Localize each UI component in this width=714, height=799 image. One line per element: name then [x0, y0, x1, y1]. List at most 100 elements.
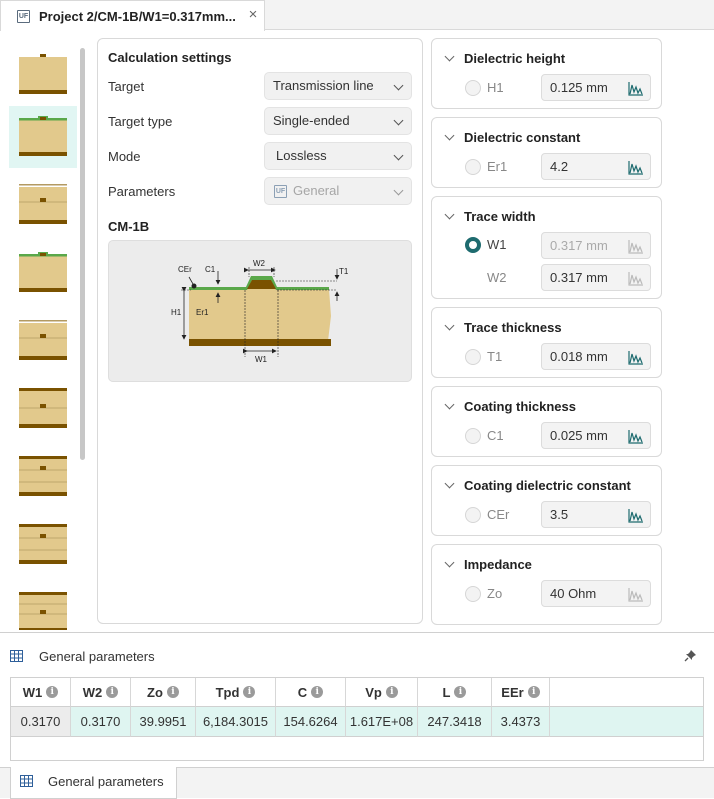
zo-value: 40 Ohm	[550, 586, 597, 601]
h1-radio[interactable]	[465, 80, 481, 96]
zo-value-input[interactable]: 40 Ohm	[541, 580, 651, 607]
table-cell[interactable]: 3.4373	[492, 707, 550, 737]
chevron-down-icon[interactable]	[444, 130, 455, 141]
table-cell[interactable]: 0.3170	[11, 707, 71, 737]
group-title: Trace width	[464, 209, 536, 224]
info-icon[interactable]: i	[106, 686, 119, 698]
embedded-thumb-2[interactable]	[9, 310, 77, 372]
stripline-thumb-2[interactable]	[9, 378, 77, 440]
group-title: Coating dielectric constant	[464, 478, 631, 493]
column-header-label: Zo	[147, 684, 163, 700]
sweep-chart-icon[interactable]	[628, 508, 644, 523]
structure-name: CM-1B	[108, 219, 150, 234]
sweep-chart-icon[interactable]	[628, 81, 644, 96]
thumbnail-scrollbar[interactable]	[80, 48, 85, 460]
table-cell[interactable]: 6,184.3015	[196, 707, 276, 737]
t1-value-input[interactable]: 0.018 mm	[541, 343, 651, 370]
document-tabbar: UF Project 2/CM-1B/W1=0.317mm... ×	[0, 0, 714, 31]
parameters-select-value: General	[293, 183, 340, 198]
structure-icon	[19, 116, 67, 156]
structure-icon	[19, 456, 67, 496]
param-label-w1: W1	[487, 237, 507, 252]
er1-radio[interactable]	[465, 159, 481, 175]
structure-icon	[19, 320, 67, 360]
chevron-down-icon[interactable]	[444, 51, 455, 62]
group-title: Trace thickness	[464, 320, 562, 335]
info-icon[interactable]: i	[385, 686, 398, 698]
column-header[interactable]: Li	[418, 678, 492, 707]
zo-radio[interactable]	[465, 586, 481, 602]
cer-radio[interactable]	[465, 507, 481, 523]
sweep-chart-icon[interactable]	[628, 160, 644, 175]
c1-value-input[interactable]: 0.025 mm	[541, 422, 651, 449]
param-label-w2: W2	[487, 270, 507, 285]
info-icon[interactable]: i	[166, 686, 179, 698]
chevron-down-icon[interactable]	[444, 320, 455, 331]
mode-select[interactable]: Lossless	[264, 142, 412, 170]
info-icon[interactable]: i	[311, 686, 324, 698]
embedded-thumb-1[interactable]	[9, 174, 77, 236]
signal-trace	[247, 280, 276, 289]
stripline-thumb-1[interactable]	[9, 44, 77, 106]
document-tab[interactable]: UF Project 2/CM-1B/W1=0.317mm... ×	[0, 0, 265, 31]
sweep-chart-icon[interactable]	[628, 350, 644, 365]
target-select[interactable]: Transmission line	[264, 72, 412, 100]
column-header[interactable]: Vp i	[346, 678, 418, 707]
table-cell[interactable]: 39.9951	[131, 707, 196, 737]
t1-radio[interactable]	[465, 349, 481, 365]
cer-marker	[191, 283, 197, 289]
column-header[interactable]: W2 i	[71, 678, 131, 707]
column-header[interactable]: Ci	[276, 678, 346, 707]
table-cell[interactable]: 0.3170	[71, 707, 131, 737]
chevron-down-icon[interactable]	[444, 478, 455, 489]
stripline-thumb-5[interactable]	[9, 582, 77, 630]
panel-title: General parameters	[39, 649, 155, 664]
coated-thumb-2[interactable]	[9, 242, 77, 304]
w2-value-input[interactable]: 0.317 mm	[541, 264, 651, 291]
column-header-label: L	[442, 684, 451, 700]
sweep-chart-icon[interactable]	[628, 429, 644, 444]
structure-icon	[19, 592, 67, 630]
h1-value-input[interactable]: 0.125 mm	[541, 74, 651, 101]
tab-general-parameters[interactable]: General parameters	[10, 767, 177, 799]
param-label-t1: T1	[487, 349, 503, 364]
chevron-down-icon[interactable]	[444, 209, 455, 220]
w2-label: W2	[253, 259, 266, 268]
column-header[interactable]: W1 i	[11, 678, 71, 707]
column-header[interactable]: Tpd i	[196, 678, 276, 707]
column-header[interactable]: Zo i	[131, 678, 196, 707]
structure-icon	[19, 388, 67, 428]
column-header-label: EEr	[501, 684, 524, 700]
table-cell[interactable]: 247.3418	[418, 707, 492, 737]
target-type-select[interactable]: Single-ended	[264, 107, 412, 135]
info-icon[interactable]: i	[454, 686, 467, 698]
coating-dielectric-constant-group: Coating dielectric constant CEr 3.5	[431, 465, 662, 536]
info-icon[interactable]: i	[527, 686, 540, 698]
param-label-h1: H1	[487, 80, 504, 95]
close-icon[interactable]: ×	[246, 7, 260, 22]
cer-label: CEr	[178, 265, 192, 274]
stripline-thumb-4[interactable]	[9, 514, 77, 576]
trace-thickness-group: Trace thickness T1 0.018 mm	[431, 307, 662, 378]
stripline-thumb-3[interactable]	[9, 446, 77, 508]
sweep-chart-icon[interactable]	[628, 271, 644, 286]
er1-value-input[interactable]: 4.2	[541, 153, 651, 180]
parameters-select: UF General	[264, 177, 412, 205]
w1-radio[interactable]	[465, 237, 481, 253]
info-icon[interactable]: i	[243, 686, 256, 698]
document-tab-title: Project 2/CM-1B/W1=0.317mm...	[39, 8, 236, 24]
cer-value-input[interactable]: 3.5	[541, 501, 651, 528]
column-header[interactable]: EEr i	[492, 678, 550, 707]
chevron-down-icon[interactable]	[444, 557, 455, 568]
table-cell[interactable]: 1.617E+08	[346, 707, 418, 737]
c1-label: C1	[205, 265, 216, 274]
table-icon	[20, 775, 33, 787]
sweep-chart-icon[interactable]	[628, 587, 644, 602]
coated-microstrip-thumb[interactable]	[9, 106, 77, 168]
info-icon[interactable]: i	[46, 686, 59, 698]
chevron-down-icon[interactable]	[444, 399, 455, 410]
column-header-label: W2	[82, 684, 103, 700]
pin-icon[interactable]	[684, 649, 697, 662]
c1-radio[interactable]	[465, 428, 481, 444]
table-cell[interactable]: 154.6264	[276, 707, 346, 737]
